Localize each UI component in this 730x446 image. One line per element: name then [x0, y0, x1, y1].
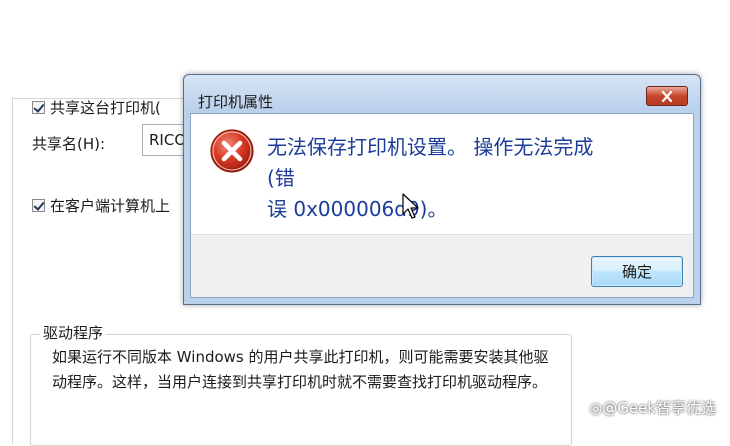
message-area: 无法保存打印机设置。 操作无法完成(错 误 0x000006d9)。 [191, 114, 693, 235]
error-message-line1: 无法保存打印机设置。 操作无法完成(错 [267, 135, 594, 190]
share-printer-label: 共享这台打印机( [50, 99, 161, 117]
error-dialog: 打印机属性 无法保存打印机设置。 操作无法完成(错 误 0x000006d9)。… [183, 74, 701, 305]
share-name-label: 共享名(H): [32, 135, 106, 153]
checkbox-checked[interactable] [32, 101, 45, 114]
render-jobs-checkbox[interactable]: 在客户端计算机上 [32, 195, 170, 216]
ok-button[interactable]: 确定 [591, 256, 683, 287]
render-jobs-label: 在客户端计算机上 [50, 197, 171, 215]
dialog-titlebar[interactable]: 打印机属性 [184, 75, 700, 111]
share-printer-checkbox[interactable]: 共享这台打印机( [32, 97, 161, 118]
mouse-cursor-icon [402, 193, 419, 219]
error-icon [210, 129, 254, 173]
watermark: ◎@Geek智享优选 [589, 399, 716, 417]
drivers-group-title: 驱动程序 [40, 322, 107, 343]
drivers-description: 如果运行不同版本 Windows 的用户共享此打印机，则可能需要安装其他驱动程序… [52, 348, 549, 391]
checkbox-checked[interactable] [32, 199, 45, 212]
error-message-line2: 误 0x000006d9)。 [267, 197, 448, 221]
error-message: 无法保存打印机设置。 操作无法完成(错 误 0x000006d9)。 [267, 132, 597, 225]
close-icon [661, 90, 673, 102]
dialog-client: 无法保存打印机设置。 操作无法完成(错 误 0x000006d9)。 确定 [190, 113, 694, 298]
dialog-title: 打印机属性 [198, 93, 274, 111]
close-button[interactable] [646, 86, 688, 106]
